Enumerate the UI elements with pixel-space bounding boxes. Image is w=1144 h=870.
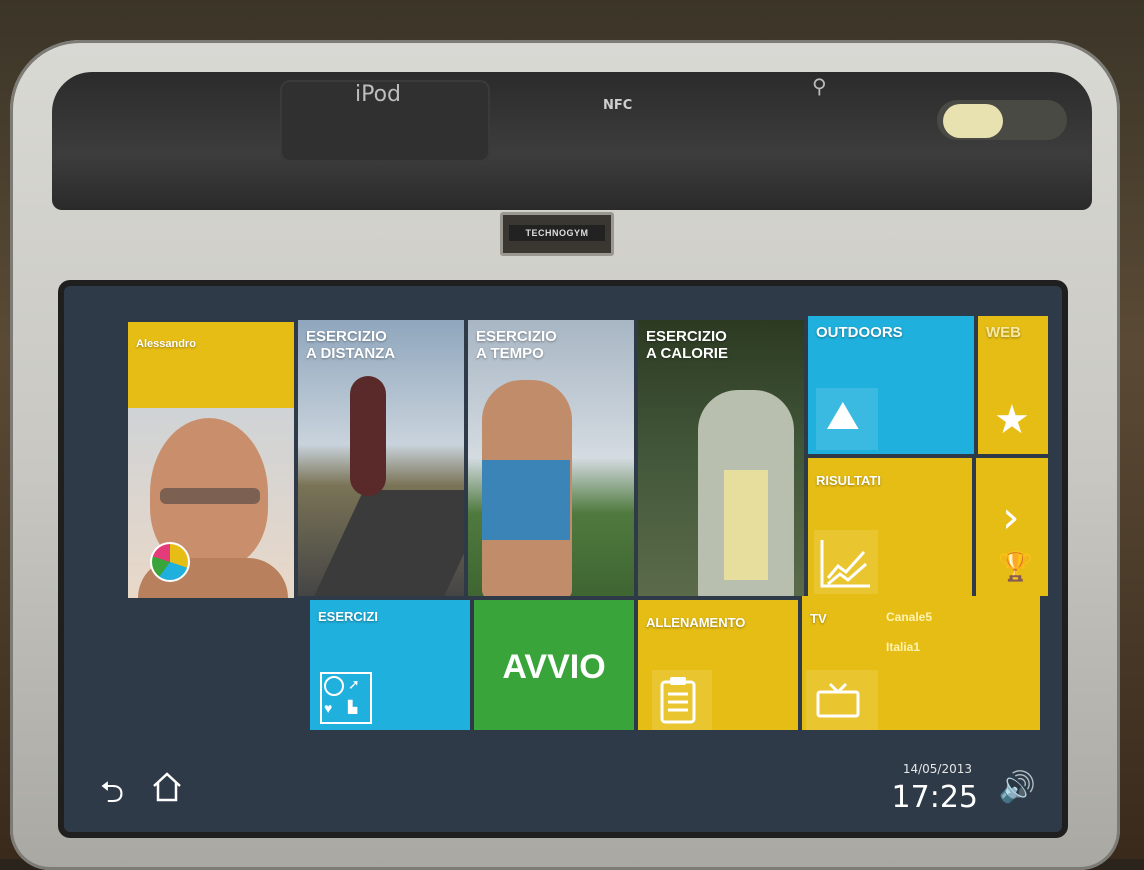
tv-channel-1[interactable]: Canale5 [886, 610, 932, 624]
key-fob [943, 104, 1003, 138]
results-title: RISULTATI [816, 473, 881, 488]
status-date: 14/05/2013 [902, 762, 972, 776]
tv-tile[interactable]: TV Canale5 Italia1 [802, 596, 1040, 730]
calories-exercise-title: ESERCIZIO A CALORIE [646, 328, 728, 362]
usb-icon: ⚲ [812, 74, 827, 98]
calories-exercise-tile[interactable]: ESERCIZIO A CALORIE [638, 320, 804, 596]
nfc-label: NFC [603, 98, 633, 113]
towel [724, 470, 768, 580]
results-tile[interactable]: RISULTATI [808, 458, 972, 596]
trophy-icon: 🏆 [998, 551, 1033, 582]
start-label: AVVIO [502, 648, 606, 686]
home-icon[interactable] [150, 770, 184, 804]
distance-exercise-title: ESERCIZIO A DISTANZA [306, 328, 396, 362]
results-next-tile[interactable]: › 🏆 [976, 458, 1048, 596]
profile-header [128, 322, 294, 408]
ipod-label: iPod [355, 82, 402, 107]
exercises-title: ESERCIZI [318, 609, 378, 624]
top-bezel [52, 72, 1092, 210]
profile-tile[interactable]: Alessandro [128, 322, 294, 598]
training-tile[interactable]: ALLENAMENTO [638, 600, 798, 730]
exercises-tile[interactable]: ➚ ♥ ▙ ESERCIZI [310, 600, 470, 730]
time-exercise-title: ESERCIZIO A TEMPO [476, 328, 557, 362]
brand-logo: TECHNOGYM [500, 212, 614, 256]
web-tile[interactable]: ★ WEB [978, 316, 1048, 454]
system-bar: ⮌ 14/05/2013 17:25 🔊 [90, 756, 1050, 826]
outdoors-title: OUTDOORS [816, 324, 903, 341]
tv-title: TV [810, 611, 827, 626]
brand-logo-text: TECHNOGYM [509, 225, 605, 241]
exercise-grid-icon: ➚ ♥ ▙ [320, 672, 372, 724]
clipboard-icon [660, 677, 696, 724]
star-icon: ★ [994, 398, 1030, 442]
road [312, 490, 464, 596]
start-button[interactable]: AVVIO [474, 600, 634, 730]
runner-figure [350, 376, 386, 496]
chart-icon [820, 540, 870, 588]
web-title: WEB [986, 324, 1021, 341]
volume-icon[interactable]: 🔊 [999, 770, 1036, 805]
training-title: ALLENAMENTO [646, 615, 746, 630]
road-icon: ⛰ [826, 394, 860, 438]
pie-icon [150, 542, 190, 582]
profile-name: Alessandro [136, 338, 196, 350]
status-clock: 17:25 [891, 780, 978, 815]
back-icon[interactable]: ⮌ [100, 770, 124, 821]
chevron-right-icon: › [1002, 492, 1020, 543]
tv-channel-2[interactable]: Italia1 [886, 640, 920, 654]
time-exercise-tile[interactable]: ESERCIZIO A TEMPO [468, 320, 634, 596]
sport-top [482, 460, 570, 540]
distance-exercise-tile[interactable]: ESERCIZIO A DISTANZA [298, 320, 464, 596]
outdoors-tile[interactable]: ⛰ OUTDOORS [808, 316, 974, 454]
touch-screen: Alessandro ESERCIZIO A DISTANZA ESERCIZI… [64, 286, 1062, 832]
tv-icon [816, 682, 860, 718]
